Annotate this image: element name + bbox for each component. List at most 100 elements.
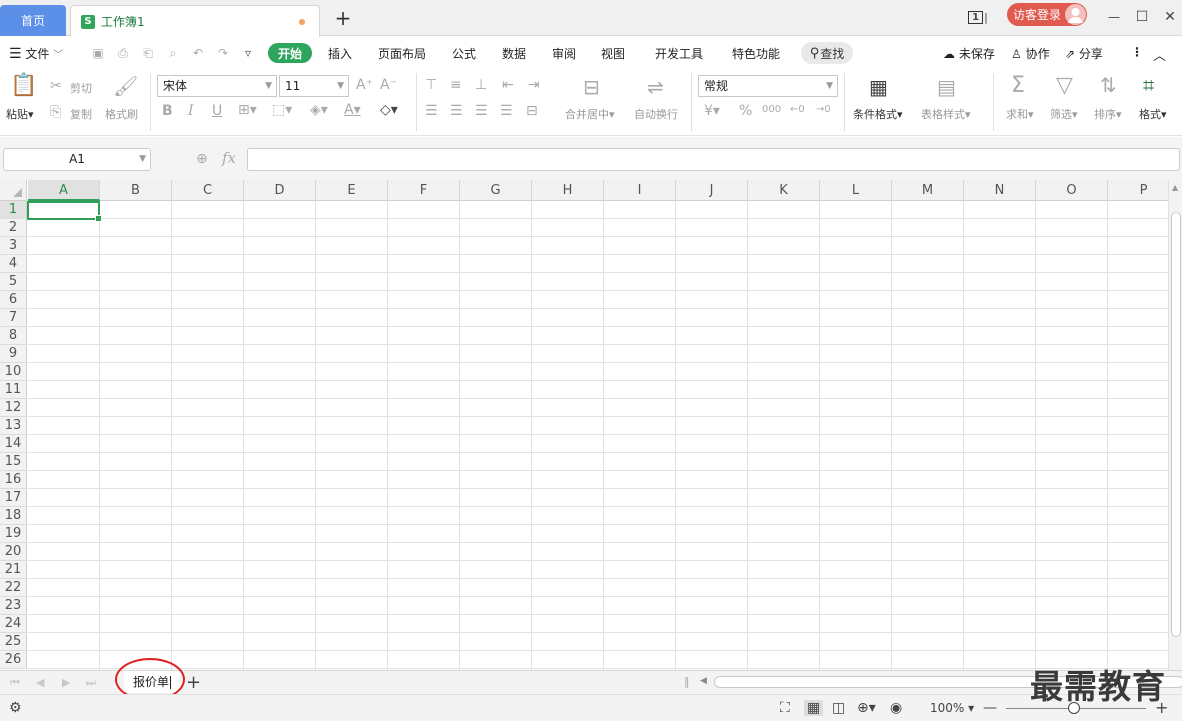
column-header-b[interactable]: B [100,180,172,201]
conditional-format-button[interactable]: 条件格式▾ [853,106,903,122]
filter-icon[interactable]: ▽ [1056,73,1073,98]
column-header-k[interactable]: K [748,180,820,201]
column-header-o[interactable]: O [1036,180,1108,201]
number-format-select[interactable]: 常规 ▼ [698,75,838,97]
format-icon[interactable]: ⌗ [1143,73,1154,97]
copy-icon[interactable]: ⎘ [50,104,61,120]
page-indicator[interactable]: 1 | [966,6,990,28]
scroll-up-icon[interactable]: ▲ [1172,183,1178,192]
print-preview-icon[interactable]: ⌕ [166,46,180,60]
zoom-out-button[interactable]: — [983,700,997,716]
fill-color-icon[interactable]: ◈▾ [310,102,328,118]
first-sheet-icon[interactable]: ⏮ [10,676,20,690]
tab-review[interactable]: 审阅 [552,45,576,62]
filter-button[interactable]: 筛选▾ [1050,106,1078,122]
column-header-n[interactable]: N [964,180,1036,201]
format-button[interactable]: 格式▾ [1139,106,1167,122]
column-header-c[interactable]: C [172,180,244,201]
decrease-decimal-icon[interactable]: →0 [816,104,831,115]
normal-view-icon[interactable]: ▦ [804,700,824,716]
cell-area[interactable] [28,201,1168,670]
active-cell[interactable] [27,201,102,222]
row-header-16[interactable]: 16 [0,471,27,489]
row-header-3[interactable]: 3 [0,237,27,255]
collapse-ribbon-icon[interactable]: ︿ [1153,45,1166,64]
output-icon[interactable]: ⎙ [116,46,130,60]
column-header-g[interactable]: G [460,180,532,201]
collaborate-button[interactable]: ♙ 协作 [1011,45,1050,62]
row-header-6[interactable]: 6 [0,291,27,309]
increase-decimal-icon[interactable]: ←0 [790,104,805,115]
row-header-18[interactable]: 18 [0,507,27,525]
row-header-15[interactable]: 15 [0,453,27,471]
row-header-1[interactable]: 1 [0,201,27,219]
splitter-handle[interactable]: ‖ [684,675,690,688]
last-sheet-icon[interactable]: ⏭ [86,676,96,690]
vertical-scroll-thumb[interactable] [1171,212,1181,637]
font-name-select[interactable]: 宋体 ▼ [157,75,277,97]
function-icon[interactable]: fx [222,149,236,167]
redo-icon[interactable]: ↷ [216,46,230,60]
close-button[interactable]: ✕ [1160,6,1180,28]
align-middle-icon[interactable]: ≡ [450,77,462,93]
column-header-a[interactable]: A [28,180,100,201]
borders-icon[interactable]: ⊞▾ [238,102,257,118]
align-center-icon[interactable]: ☰ [450,103,463,119]
tab-formulas[interactable]: 公式 [452,45,476,62]
tab-data[interactable]: 数据 [502,45,526,62]
decrease-indent-icon[interactable]: ⇤ [502,77,514,93]
column-header-e[interactable]: E [316,180,388,201]
merge-center-icon[interactable]: ⊟ [583,75,600,99]
maximize-button[interactable]: ☐ [1132,6,1152,28]
cut-icon[interactable]: ✂ [50,78,62,94]
macro-icon[interactable]: ⚙ [9,700,22,716]
row-header-24[interactable]: 24 [0,615,27,633]
scroll-left-icon[interactable]: ◀ [700,676,707,686]
new-tab-button[interactable]: + [333,8,353,28]
column-header-f[interactable]: F [388,180,460,201]
save-icon[interactable]: ▣ [91,46,105,60]
row-header-23[interactable]: 23 [0,597,27,615]
zoom-formula-icon[interactable]: ⊕ [196,151,208,167]
sort-button[interactable]: 排序▾ [1094,106,1122,122]
row-header-20[interactable]: 20 [0,543,27,561]
align-left-icon[interactable]: ☰ [425,103,438,119]
row-header-4[interactable]: 4 [0,255,27,273]
wrap-text-icon[interactable]: ⇌ [647,75,664,99]
row-header-21[interactable]: 21 [0,561,27,579]
row-header-19[interactable]: 19 [0,525,27,543]
share-button[interactable]: ⇗ 分享 [1065,45,1103,62]
page-layout-view-icon[interactable]: ◫ [832,700,845,716]
conditional-format-icon[interactable]: ▦ [869,75,888,99]
unsaved-status[interactable]: ☁ 未保存 [943,45,995,62]
fullscreen-icon[interactable]: ⛶ [780,700,790,716]
row-header-8[interactable]: 8 [0,327,27,345]
merge-center-button[interactable]: 合并居中▾ [565,106,615,122]
column-header-i[interactable]: I [604,180,676,201]
italic-icon[interactable]: I [188,103,194,119]
row-header-9[interactable]: 9 [0,345,27,363]
row-header-17[interactable]: 17 [0,489,27,507]
minimize-button[interactable]: — [1104,6,1124,28]
increase-font-icon[interactable]: A⁺ [356,77,373,93]
home-tab[interactable]: 首页 [0,5,66,36]
row-header-26[interactable]: 26 [0,651,27,669]
column-header-l[interactable]: L [820,180,892,201]
add-sheet-button[interactable]: + [186,672,201,693]
reading-mode-icon[interactable]: ◉ [890,700,902,716]
paste-icon[interactable]: 📋 [10,73,37,98]
tab-page-layout[interactable]: 页面布局 [378,45,426,62]
font-size-select[interactable]: 11 ▼ [279,75,349,97]
sort-icon[interactable]: ⇅ [1100,73,1117,97]
table-style-icon[interactable]: ▤ [937,75,956,99]
row-header-12[interactable]: 12 [0,399,27,417]
increase-indent-icon[interactable]: ⇥ [528,77,540,93]
document-tab[interactable]: S 工作簿1 [70,5,320,37]
underline-icon[interactable]: U [212,103,222,119]
bold-icon[interactable]: B [162,103,173,119]
column-header-p[interactable]: P [1108,180,1168,201]
print-icon[interactable]: ⎗ [141,46,155,60]
cell-style-icon[interactable]: ⬚▾ [272,102,292,118]
row-header-10[interactable]: 10 [0,363,27,381]
row-header-7[interactable]: 7 [0,309,27,327]
